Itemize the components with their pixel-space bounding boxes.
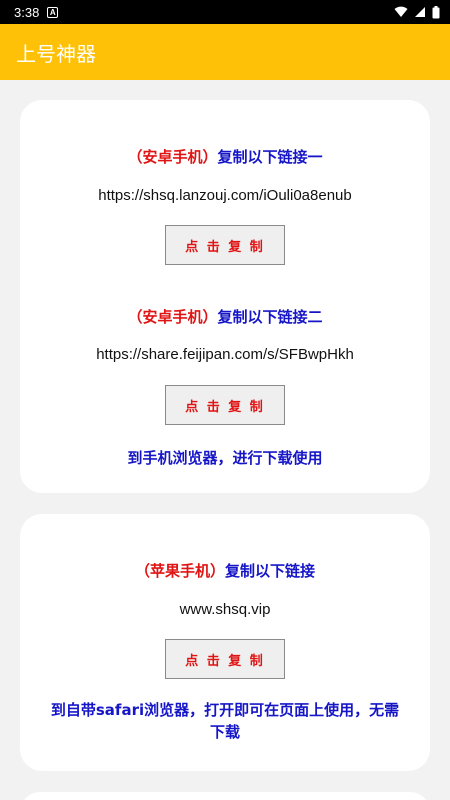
copy-ios-link-button[interactable]: 点 击 复 制: [165, 639, 285, 679]
ios-label: （苹果手机）: [134, 562, 225, 580]
signal-icon: [415, 7, 425, 17]
heading-text: 复制以下链接二: [217, 308, 323, 326]
android-label: （安卓手机）: [127, 308, 218, 326]
wifi-icon: [394, 6, 408, 17]
heading-text: 复制以下链接一: [217, 148, 323, 166]
battery-icon: [432, 5, 440, 18]
android-link2-url: https://share.feijipan.com/s/SFBwpHkh: [96, 346, 354, 363]
status-time: 3:38: [14, 4, 40, 20]
copy-link2-button[interactable]: 点 击 复 制: [165, 385, 285, 425]
next-card: [20, 792, 430, 800]
status-bar: 3:38 A: [0, 0, 450, 24]
ios-link-heading: （苹果手机）复制以下链接: [20, 560, 430, 581]
android-link1-url: https://shsq.lanzouj.com/iOuli0a8enub: [98, 187, 352, 204]
ios-note: 到自带safari浏览器，打开即可在页面上使用，无需下载: [50, 701, 400, 741]
android-links-card: （安卓手机）复制以下链接一 https://shsq.lanzouj.com/i…: [20, 100, 430, 493]
heading-text: 复制以下链接: [225, 562, 316, 580]
ios-link-url: www.shsq.vip: [179, 601, 271, 618]
copy-link1-button[interactable]: 点 击 复 制: [165, 225, 285, 265]
android-note: 到手机浏览器，进行下载使用: [127, 449, 323, 467]
android-label: （安卓手机）: [127, 148, 218, 166]
ios-link-card: （苹果手机）复制以下链接 www.shsq.vip 点 击 复 制 到自带saf…: [20, 514, 430, 771]
android-link1-heading: （安卓手机）复制以下链接一: [20, 146, 430, 167]
app-title: 上号神器: [16, 41, 96, 66]
android-link2-heading: （安卓手机）复制以下链接二: [20, 306, 430, 327]
app-bar: 上号神器: [0, 24, 450, 80]
notification-icon: A: [47, 6, 59, 18]
